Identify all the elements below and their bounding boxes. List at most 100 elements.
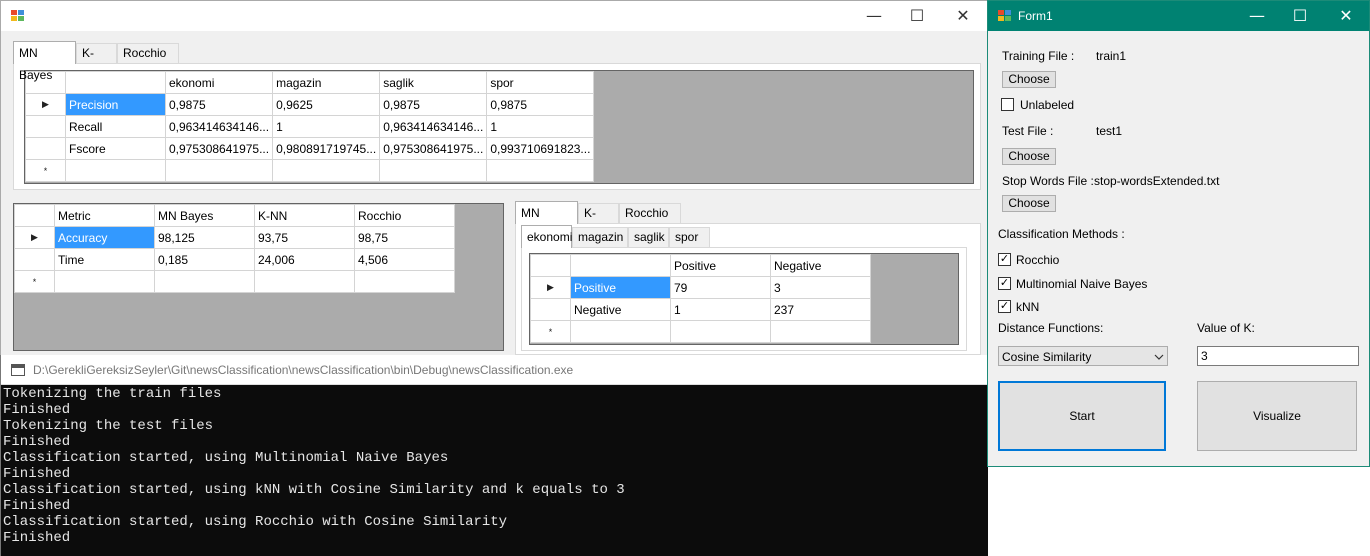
table-cell[interactable] (164, 159, 274, 182)
choose-training-button[interactable]: Choose (1002, 71, 1056, 88)
table-cell[interactable]: Fscore (65, 137, 166, 160)
table-cell[interactable]: 0,185 (154, 248, 255, 271)
table-cell[interactable]: 0,9875 (164, 93, 274, 116)
table-cell[interactable] (486, 159, 595, 182)
column-header[interactable]: MN Bayes (154, 204, 255, 227)
column-header[interactable]: Negative (770, 254, 871, 277)
table-cell[interactable]: 0,9875 (379, 93, 488, 116)
column-header[interactable]: K-NN (254, 204, 355, 227)
table-cell[interactable]: 24,006 (254, 248, 355, 271)
knn-label[interactable]: kNN (1016, 300, 1039, 314)
console-window[interactable]: D:\GerekliGereksizSeyler\Git\newsClassif… (0, 355, 988, 556)
table-cell[interactable] (670, 320, 771, 343)
unlabeled-checkbox[interactable] (1001, 98, 1014, 111)
tab-ekonomi[interactable]: ekonomi (521, 225, 572, 248)
distance-function-select[interactable]: Cosine Similarity (998, 346, 1168, 366)
row-header[interactable] (25, 115, 66, 138)
table-cell[interactable] (570, 320, 671, 343)
start-button[interactable]: Start (998, 381, 1166, 451)
current-row-marker[interactable]: ▶ (25, 93, 66, 116)
table-cell[interactable]: 0,980891719745... (272, 137, 381, 160)
tab-mn-bayes[interactable]: MN Bayes (13, 41, 76, 82)
table-cell[interactable] (65, 159, 166, 182)
tab-spor[interactable]: spor (669, 227, 710, 247)
form1-minimize-button[interactable]: — (1234, 1, 1280, 31)
rocchio-checkbox[interactable]: ✓ (998, 253, 1011, 266)
new-row-marker[interactable]: * (25, 159, 66, 182)
column-header[interactable]: Positive (670, 254, 771, 277)
table-cell[interactable]: 0,963414634146... (379, 115, 488, 138)
column-header[interactable] (65, 71, 166, 94)
table-cell[interactable]: 0,9625 (272, 93, 381, 116)
tab-magazin[interactable]: magazin (572, 227, 628, 247)
new-row-marker[interactable]: * (14, 270, 55, 293)
mn-bayes-checkbox[interactable]: ✓ (998, 277, 1011, 290)
close-button[interactable]: ✕ (940, 1, 986, 31)
current-row-marker[interactable]: ▶ (14, 226, 55, 249)
table-row[interactable]: ▶ Positive 79 3 (530, 276, 871, 299)
table-cell[interactable]: Precision (65, 93, 166, 116)
knn-checkbox[interactable]: ✓ (998, 300, 1011, 313)
table-cell[interactable] (254, 270, 355, 293)
tab-mn-bayes-results[interactable]: MN Bayes (515, 201, 578, 242)
table-cell[interactable]: 98,125 (154, 226, 255, 249)
row-header[interactable] (25, 137, 66, 160)
table-cell[interactable]: 79 (670, 276, 771, 299)
choose-stop-words-button[interactable]: Choose (1002, 195, 1056, 212)
table-cell[interactable]: 4,506 (354, 248, 455, 271)
unlabeled-label[interactable]: Unlabeled (1020, 98, 1074, 112)
tab-knn-results[interactable]: K-NN (578, 203, 619, 239)
tab-rocchio-results[interactable]: Rocchio (619, 203, 681, 223)
mn-bayes-label[interactable]: Multinomial Naive Bayes (1016, 277, 1147, 291)
table-cell[interactable] (154, 270, 255, 293)
table-row[interactable]: Fscore 0,975308641975... 0,980891719745.… (25, 137, 595, 160)
minimize-button[interactable]: — (851, 1, 897, 31)
table-cell[interactable]: 3 (770, 276, 871, 299)
table-cell[interactable]: 93,75 (254, 226, 355, 249)
table-row[interactable]: ▶ Accuracy 98,125 93,75 98,75 (14, 226, 455, 249)
table-row[interactable]: Recall 0,963414634146... 1 0,96341463414… (25, 115, 595, 138)
table-cell[interactable]: Accuracy (54, 226, 155, 249)
visualize-button[interactable]: Visualize (1197, 381, 1357, 451)
table-row[interactable]: Time 0,185 24,006 4,506 (14, 248, 455, 271)
column-header[interactable]: spor (486, 71, 595, 94)
table-cell[interactable] (272, 159, 381, 182)
table-cell[interactable]: 0,975308641975... (379, 137, 488, 160)
table-cell[interactable] (770, 320, 871, 343)
metrics-grid[interactable]: ekonomi magazin saglik spor ▶ Precision … (24, 70, 974, 184)
column-header[interactable] (570, 254, 671, 277)
table-cell[interactable]: Recall (65, 115, 166, 138)
accuracy-grid[interactable]: Metric MN Bayes K-NN Rocchio ▶ Accuracy … (13, 203, 504, 351)
confusion-grid[interactable]: Positive Negative ▶ Positive 79 3 Negati… (529, 253, 959, 345)
tab-knn[interactable]: K-NN (76, 43, 117, 79)
table-cell[interactable]: 1 (670, 298, 771, 321)
table-cell[interactable]: 1 (486, 115, 595, 138)
column-header[interactable]: Rocchio (354, 204, 455, 227)
column-header[interactable]: Metric (54, 204, 155, 227)
table-cell[interactable] (379, 159, 488, 182)
table-cell[interactable]: Time (54, 248, 155, 271)
table-cell[interactable]: 98,75 (354, 226, 455, 249)
form1-close-button[interactable]: ✕ (1323, 1, 1369, 31)
tab-rocchio[interactable]: Rocchio (117, 43, 179, 63)
table-cell[interactable]: 1 (272, 115, 381, 138)
column-header[interactable]: ekonomi (164, 71, 274, 94)
new-row[interactable]: * (25, 159, 595, 182)
current-row-marker[interactable]: ▶ (530, 276, 571, 299)
table-cell[interactable] (54, 270, 155, 293)
row-header[interactable] (530, 298, 571, 321)
column-header[interactable]: saglik (379, 71, 488, 94)
column-header[interactable]: magazin (272, 71, 381, 94)
table-cell[interactable]: 0,993710691823... (486, 137, 595, 160)
tab-saglik[interactable]: saglik (628, 227, 669, 247)
table-row[interactable]: Negative 1 237 (530, 298, 871, 321)
table-cell[interactable] (354, 270, 455, 293)
row-header[interactable] (14, 248, 55, 271)
table-cell[interactable]: Negative (570, 298, 671, 321)
maximize-button[interactable]: ☐ (894, 1, 940, 31)
table-cell[interactable]: 0,975308641975... (164, 137, 274, 160)
table-cell[interactable]: 237 (770, 298, 871, 321)
new-row[interactable]: * (14, 270, 455, 293)
table-row[interactable]: ▶ Precision 0,9875 0,9625 0,9875 0,9875 (25, 93, 595, 116)
table-cell[interactable]: 0,963414634146... (164, 115, 274, 138)
